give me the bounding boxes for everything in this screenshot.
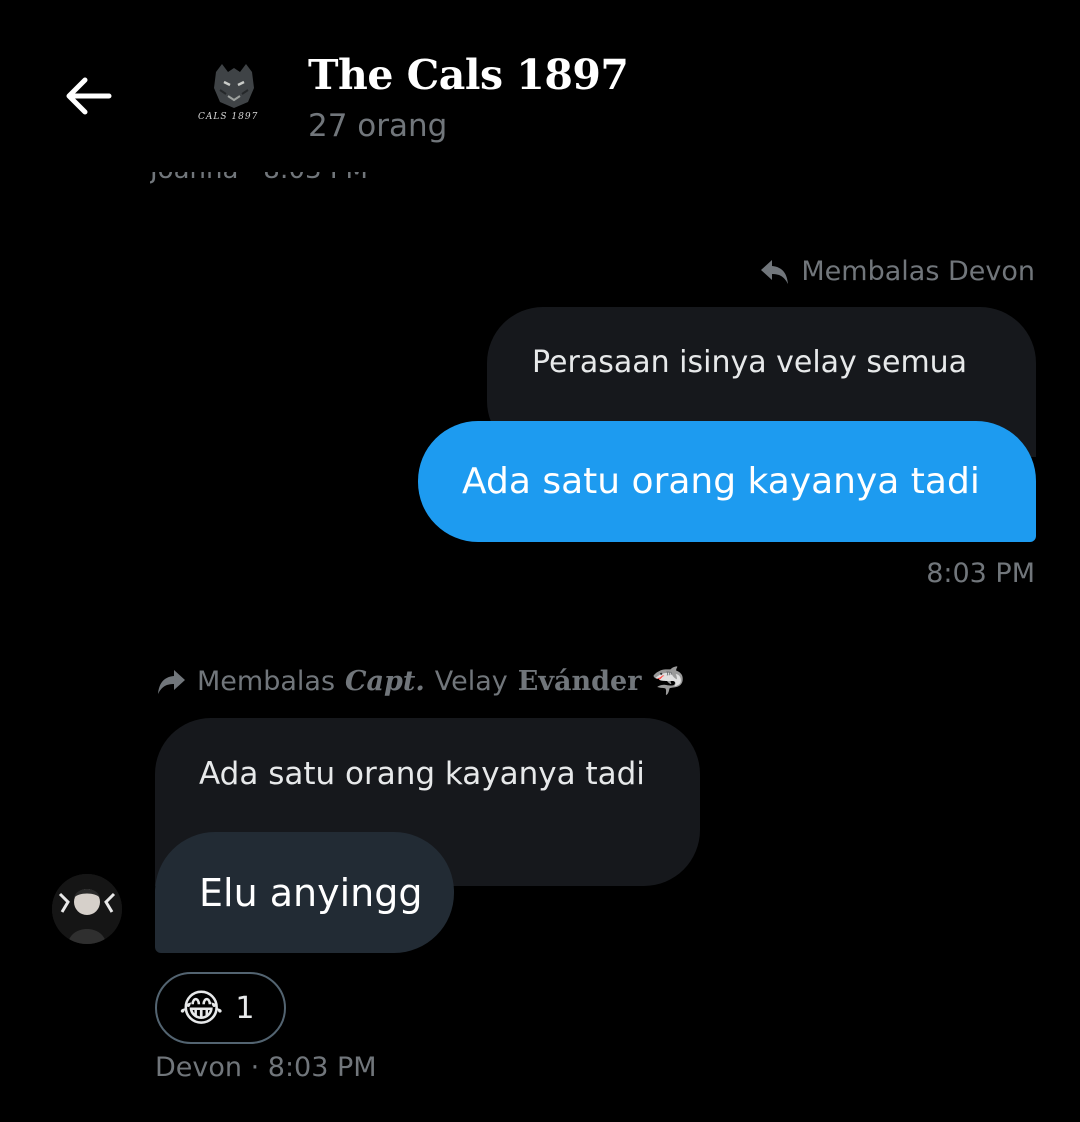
outgoing-message-bubble[interactable]: Ada satu orang kayanya tadi — [418, 421, 1036, 542]
group-avatar[interactable]: CALS 1897 — [190, 50, 278, 138]
reaction-count: 1 — [235, 990, 255, 1026]
group-avatar-label: CALS 1897 — [198, 112, 259, 122]
incoming-message-meta: Devon · 8:03 PM — [155, 1052, 377, 1083]
reaction-pill[interactable]: 😂 1 — [155, 972, 286, 1044]
reply-prefix: Membalas — [197, 666, 336, 697]
reply-icon — [761, 260, 789, 284]
forward-reply-icon — [158, 670, 185, 694]
outgoing-message-time: 8:03 PM — [926, 558, 1035, 589]
reply-name-mid: Velay — [434, 666, 508, 697]
tiger-logo-icon — [190, 50, 278, 138]
reply-context-outgoing: Membalas Devon — [759, 255, 1035, 289]
arrow-left-icon — [66, 77, 112, 115]
clipped-previous-timestamp: Joanna · 8:03 PM — [150, 172, 400, 184]
sender-avatar[interactable] — [52, 874, 122, 944]
reply-name-last: Evánder — [517, 666, 642, 697]
member-count: 27 orang — [308, 108, 448, 144]
incoming-message-bubble[interactable]: Elu anyingg — [155, 832, 454, 953]
quoted-message-text: Perasaan isinya velay semua — [532, 345, 968, 380]
outgoing-message-text: Ada satu orang kayanya tadi — [462, 461, 980, 502]
reply-label: Membalas Devon — [801, 256, 1035, 287]
person-avatar-icon — [52, 874, 122, 944]
shark-emoji: 🦈 — [651, 666, 686, 697]
back-button[interactable] — [58, 70, 118, 122]
reply-name-capt: Capt. — [345, 666, 425, 697]
incoming-message-text: Elu anyingg — [199, 870, 423, 915]
group-title[interactable]: The Cals 1897 — [308, 50, 629, 100]
laughing-emoji-icon: 😂 — [179, 986, 224, 1030]
quoted-message-text: Ada satu orang kayanya tadi — [199, 756, 645, 792]
reply-context-incoming: Membalas Capt. Velay Evánder 🦈 — [155, 665, 685, 699]
